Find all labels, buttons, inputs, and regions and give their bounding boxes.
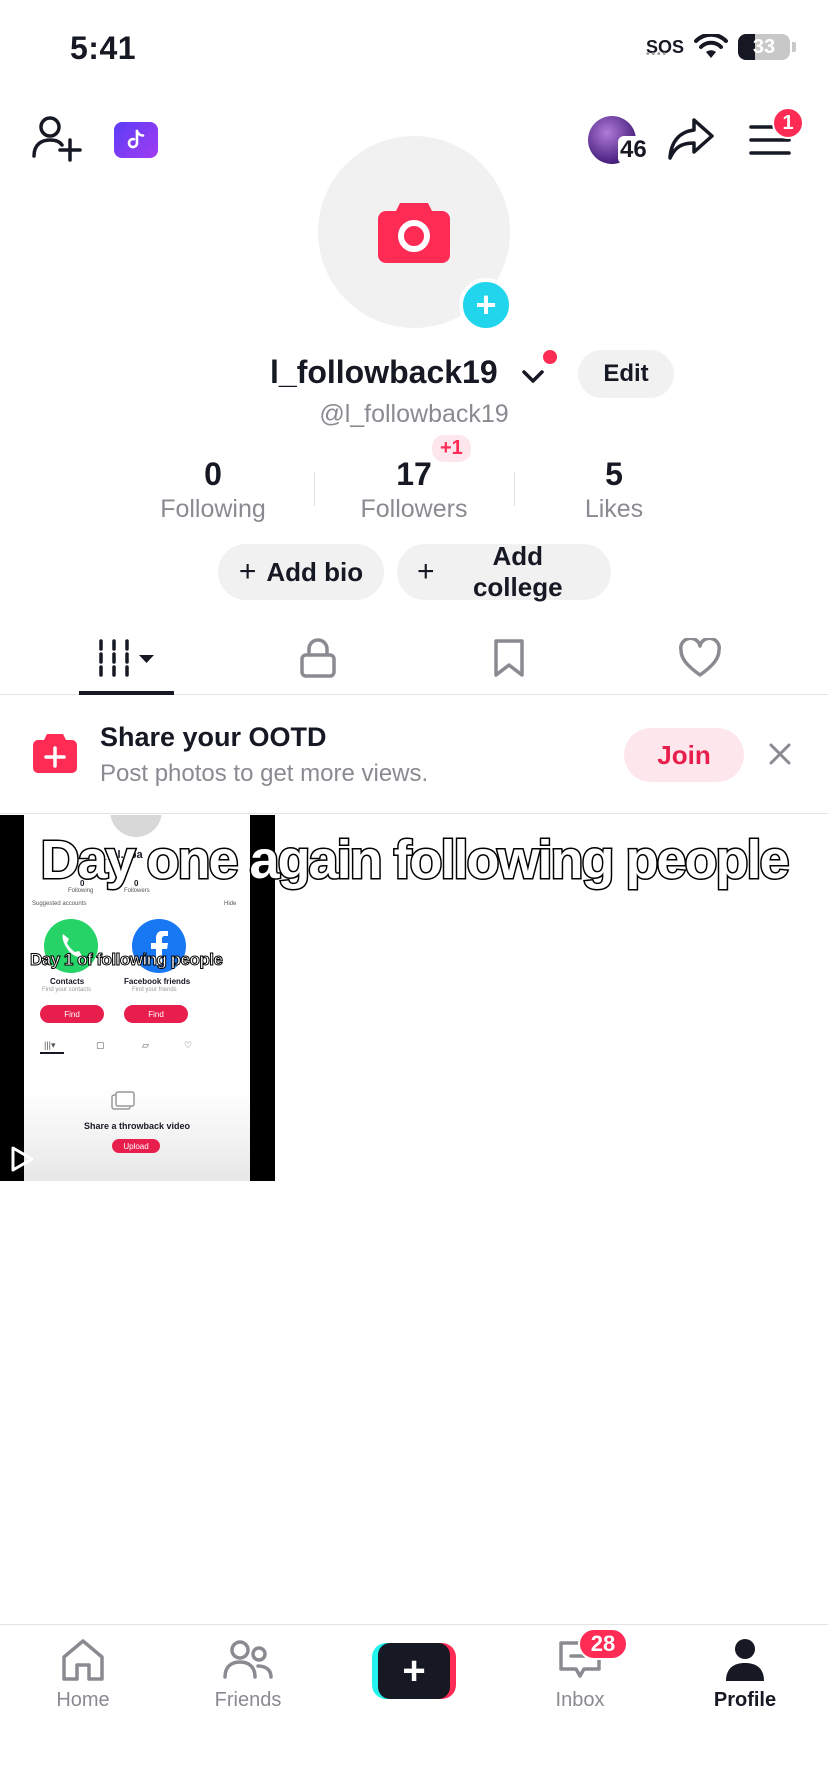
mini-lock-icon: ▢ [96, 1040, 105, 1050]
edit-profile-button[interactable]: Edit [578, 350, 674, 398]
sos-indicator: SOS •••• [646, 38, 684, 60]
mini-contacts-sub: Find your contacts [42, 987, 92, 993]
video-caption-overlay: Day one again following people [39, 829, 791, 892]
share-icon[interactable] [666, 116, 716, 162]
stat-label: Following [160, 495, 266, 523]
nav-home[interactable]: Home [13, 1637, 153, 1712]
add-friend-icon[interactable] [30, 112, 82, 164]
chevron-down-icon[interactable] [520, 364, 546, 390]
camera-icon [378, 203, 450, 263]
nav-label: Friends [214, 1689, 282, 1711]
mini-photo-icon [111, 1091, 135, 1110]
stat-label: Likes [584, 495, 644, 523]
plus-icon: + [378, 1643, 450, 1699]
nav-profile[interactable]: Profile [675, 1637, 815, 1712]
create-button[interactable]: + [372, 1643, 456, 1699]
stat-likes[interactable]: 5 Likes [529, 456, 699, 524]
nav-label: Home [56, 1689, 110, 1711]
status-time: 5:41 [70, 30, 137, 66]
close-icon[interactable] [766, 740, 794, 768]
wifi-icon [694, 34, 728, 58]
stat-value: 17 [396, 456, 432, 492]
nav-friends[interactable]: Friends [178, 1637, 318, 1712]
tab-liked[interactable] [605, 620, 795, 695]
tab-videos[interactable] [32, 620, 222, 695]
stat-divider [514, 472, 515, 506]
profile-tabs [0, 620, 828, 695]
bookmark-icon [494, 638, 524, 677]
tiktok-studio-icon[interactable] [114, 122, 158, 158]
profile-stats: 0 Following 17 Followers 5 Likes [0, 452, 828, 532]
profile-icon [726, 1639, 764, 1681]
mini-contacts: Contacts [50, 977, 85, 986]
mini-facebook-sub: Find your friends [132, 987, 177, 993]
story-count: 46 [618, 136, 649, 164]
mini-hide: Hide [224, 901, 237, 907]
notification-dot [543, 350, 557, 364]
stat-following[interactable]: 0 Following [128, 456, 298, 524]
profile-name-row: l_followback19 Edit [0, 350, 828, 398]
stat-followers[interactable]: 17 Followers [329, 456, 499, 524]
friends-icon [223, 1640, 273, 1679]
promo-subtitle: Post photos to get more views. [100, 760, 429, 787]
battery-icon: 33 [738, 34, 790, 60]
play-icon [11, 1146, 34, 1172]
lock-icon [300, 637, 336, 678]
mini-suggested: Suggested accounts [32, 901, 87, 907]
nav-label: Profile [713, 1689, 777, 1711]
promo-title: Share your OOTD [100, 722, 327, 752]
nav-label: Inbox [555, 1689, 605, 1711]
active-tab-indicator [79, 691, 174, 695]
tab-private[interactable] [223, 620, 413, 695]
mini-tab-indicator [40, 1052, 64, 1054]
status-icons: SOS •••• 33 [646, 34, 796, 60]
add-bio-label: Add bio [266, 556, 364, 587]
ootd-promo-banner: Share your OOTD Post photos to get more … [0, 696, 828, 814]
mini-heart-icon: ♡ [184, 1040, 193, 1050]
mini-throwback: Share a throwback video [84, 1121, 191, 1131]
add-bio-button[interactable]: + Add bio [218, 544, 384, 600]
username: @l_followback19 [319, 400, 509, 428]
stat-divider [314, 472, 315, 506]
mini-find-button: Find [40, 1005, 104, 1023]
join-button[interactable]: Join [624, 728, 744, 782]
status-bar: 5:41 SOS •••• 33 [0, 0, 828, 100]
plus-icon: + [238, 555, 257, 588]
add-college-label: Add college [472, 541, 563, 602]
stat-label: Followers [360, 495, 468, 523]
mini-bookmark-icon: ▱ [142, 1040, 149, 1050]
inbox-badge: 28 [578, 1628, 628, 1660]
stat-value: 0 [204, 456, 222, 492]
plus-icon: + [417, 555, 435, 588]
music-note-icon [127, 129, 145, 149]
thumbnail-caption: Day 1 of following people [29, 950, 223, 970]
bottom-navigation: Home Friends + Inbox Profile [0, 1624, 828, 1792]
add-photo-button[interactable]: + [459, 278, 513, 332]
mini-facebook: Facebook friends [124, 977, 191, 986]
add-photo-icon [33, 734, 77, 773]
home-icon [62, 1639, 104, 1681]
grid-icon [99, 638, 154, 677]
menu-notification-badge: 1 [772, 107, 804, 139]
battery-nub [792, 42, 796, 52]
signal-dots-icon: •••• [645, 49, 668, 60]
mini-find-button: Find [124, 1005, 188, 1023]
battery-level: 33 [752, 35, 776, 58]
mini-upload-button: Upload [112, 1139, 160, 1153]
add-college-button[interactable]: + Add college [397, 541, 611, 602]
profile-name[interactable]: l_followback19 [270, 354, 498, 391]
heart-icon [679, 637, 721, 677]
tab-saved[interactable] [414, 620, 604, 695]
stat-value: 5 [605, 456, 623, 492]
mini-grid-icon: |||▾ [44, 1040, 56, 1050]
